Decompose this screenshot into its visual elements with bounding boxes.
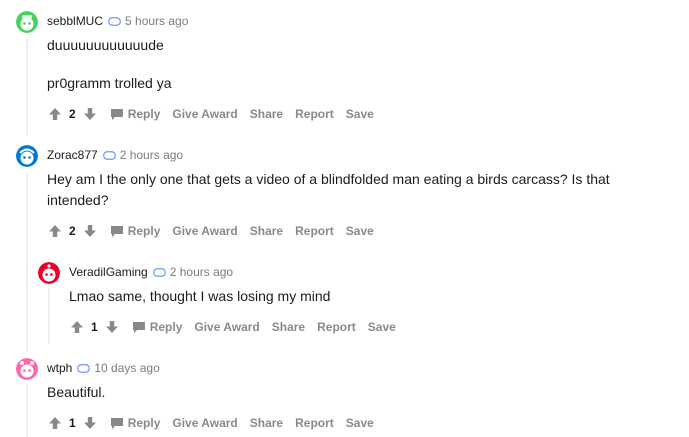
timestamp[interactable]: 2 hours ago [170, 265, 233, 279]
comment-actions: 2 Reply Give Award Share Report Save [47, 223, 374, 239]
upvote-icon[interactable] [47, 415, 63, 431]
message-icon [152, 267, 166, 277]
thread-line-4[interactable] [26, 384, 28, 437]
vote-score: 1 [91, 320, 98, 334]
give-award-button[interactable]: Give Award [194, 320, 259, 334]
reply-icon [110, 226, 123, 237]
reply-label: Reply [127, 416, 161, 430]
username[interactable]: Zorac877 [47, 148, 98, 162]
reply-icon [110, 418, 123, 429]
username[interactable]: sebblMUC [47, 14, 103, 28]
save-button[interactable]: Save [368, 320, 396, 334]
give-award-button[interactable]: Give Award [172, 107, 237, 121]
comment-meta: wtph 10 days ago [47, 361, 160, 375]
comment-body-line: pr0gramm trolled ya [47, 75, 172, 91]
message-icon [77, 363, 91, 373]
thread-line-1[interactable] [26, 38, 28, 135]
reply-button[interactable]: Reply [132, 320, 183, 334]
comment-actions: 2 Reply Give Award Share Report Save [47, 106, 374, 122]
comment-meta: Zorac877 2 hours ago [47, 148, 183, 162]
avatar[interactable] [38, 262, 60, 284]
downvote-icon[interactable] [82, 415, 98, 431]
report-button[interactable]: Report [295, 107, 334, 121]
save-button[interactable]: Save [346, 224, 374, 238]
comment-body-line: intended? [47, 192, 109, 208]
reply-button[interactable]: Reply [110, 107, 161, 121]
reply-label: Reply [127, 107, 161, 121]
upvote-icon[interactable] [69, 319, 85, 335]
save-button[interactable]: Save [346, 416, 374, 430]
timestamp[interactable]: 2 hours ago [120, 148, 183, 162]
comment-body-line: Hey am I the only one that gets a video … [47, 171, 610, 187]
vote-score: 1 [69, 416, 76, 430]
share-button[interactable]: Share [250, 224, 283, 238]
reply-label: Reply [149, 320, 183, 334]
upvote-icon[interactable] [47, 223, 63, 239]
report-button[interactable]: Report [317, 320, 356, 334]
reply-icon [132, 322, 145, 333]
comment-body-line: Beautiful. [47, 384, 106, 400]
downvote-icon[interactable] [82, 106, 98, 122]
share-button[interactable]: Share [250, 107, 283, 121]
comment-meta: VeradilGaming 2 hours ago [69, 265, 233, 279]
timestamp[interactable]: 5 hours ago [125, 14, 188, 28]
username[interactable]: VeradilGaming [69, 265, 148, 279]
username[interactable]: wtph [47, 361, 72, 375]
share-button[interactable]: Share [272, 320, 305, 334]
report-button[interactable]: Report [295, 224, 334, 238]
comment-actions: 1 Reply Give Award Share Report Save [47, 415, 374, 431]
upvote-icon[interactable] [47, 106, 63, 122]
thread-line-2[interactable] [26, 172, 28, 352]
avatar[interactable] [16, 145, 38, 167]
comment-body-line: duuuuuuuuuuuude [47, 37, 164, 53]
reply-icon [110, 109, 123, 120]
reply-label: Reply [127, 224, 161, 238]
downvote-icon[interactable] [104, 319, 120, 335]
comment-actions: 1 Reply Give Award Share Report Save [69, 319, 396, 335]
comment-meta: sebblMUC 5 hours ago [47, 14, 188, 28]
downvote-icon[interactable] [82, 223, 98, 239]
message-icon [108, 16, 121, 26]
reply-button[interactable]: Reply [110, 416, 161, 430]
reply-button[interactable]: Reply [110, 224, 161, 238]
thread-line-3[interactable] [48, 288, 50, 344]
timestamp[interactable]: 10 days ago [94, 361, 159, 375]
give-award-button[interactable]: Give Award [172, 224, 237, 238]
vote-score: 2 [69, 224, 76, 238]
share-button[interactable]: Share [250, 416, 283, 430]
report-button[interactable]: Report [295, 416, 334, 430]
give-award-button[interactable]: Give Award [172, 416, 237, 430]
vote-score: 2 [69, 107, 76, 121]
avatar[interactable] [16, 11, 38, 33]
comment-body-line: Lmao same, thought I was losing my mind [69, 288, 331, 304]
save-button[interactable]: Save [346, 107, 374, 121]
message-icon [102, 150, 116, 160]
avatar[interactable] [16, 358, 38, 380]
